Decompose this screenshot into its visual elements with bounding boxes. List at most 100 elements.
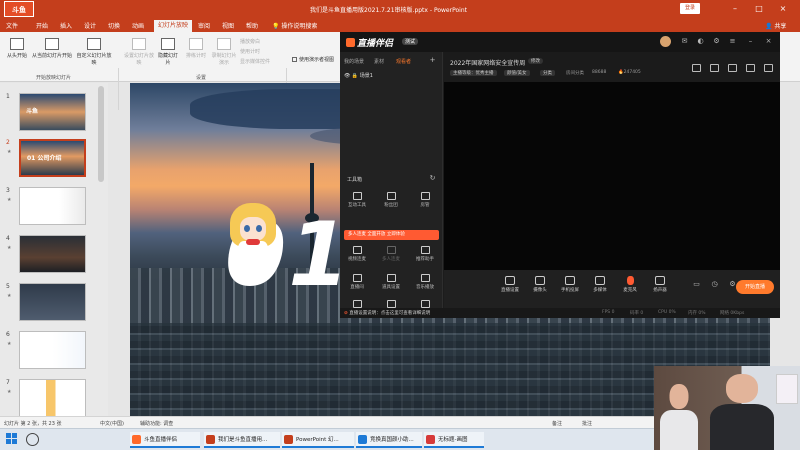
start-tile [6, 439, 11, 444]
button-label: 摄像头 [533, 288, 547, 293]
tab-help[interactable]: 帮助 [246, 21, 258, 30]
use-timings-check[interactable]: 使用计时 [240, 48, 260, 55]
slide-thumbnail-7[interactable] [19, 379, 86, 417]
slide-thumbnail-3[interactable] [19, 187, 86, 225]
record-button[interactable]: 录制幻灯片演示 [210, 38, 238, 66]
screen-icon[interactable] [728, 64, 737, 72]
presenter-view-check[interactable]: 使用演示者视图 [292, 56, 334, 63]
maximize-icon[interactable]: □ [752, 3, 766, 15]
tab-home[interactable]: 开始 [36, 21, 48, 30]
add-icon[interactable]: + [428, 56, 437, 65]
setup-show-button[interactable]: 设置幻灯片放映 [124, 38, 154, 66]
stream-preview[interactable] [444, 82, 780, 270]
taskbar-item-paint[interactable]: 无标题-画图 [424, 432, 484, 448]
avatar[interactable] [660, 36, 671, 47]
tab-design[interactable]: 设计 [84, 21, 96, 30]
tab-viewers[interactable]: 观看者 [396, 58, 411, 65]
tool-fans[interactable]: 粉丝团 [376, 192, 406, 208]
tell-me-search[interactable]: 💡 操作说明搜索 [272, 21, 317, 30]
menu-icon[interactable]: ≡ [728, 37, 737, 46]
category-select[interactable]: 颜值/美女 [504, 70, 530, 76]
tab-slideshow[interactable]: 幻灯片放映 [154, 20, 193, 32]
tool-recommend[interactable]: 推荐助手 [410, 246, 440, 262]
camera-button[interactable]: 摄像头 [528, 276, 552, 293]
slide-thumbnail-5[interactable] [19, 283, 86, 321]
group-setup-label: 设置 [196, 75, 207, 81]
play-narration-check[interactable]: 播放旁白 [240, 38, 260, 45]
tab-my-scenes[interactable]: 我的场景 [344, 58, 364, 65]
tool-interactive[interactable]: 互动工具 [342, 192, 372, 208]
tab-materials[interactable]: 素材 [374, 58, 384, 65]
media-button[interactable]: 多媒体 [588, 276, 612, 293]
taskbar-label: 我们是斗鱼直播用... [218, 437, 268, 443]
taskbar-item-helper[interactable]: 竞换真国颜小助... [356, 432, 422, 448]
tab-insert[interactable]: 插入 [60, 21, 72, 30]
stream-logo-text: 直播伴侣 [357, 39, 394, 49]
minimize-icon[interactable]: – [728, 3, 742, 15]
hide-slide-button[interactable]: 隐藏幻灯片 [156, 38, 180, 66]
tab-file[interactable]: 文件 [6, 21, 18, 30]
memory-stat: 内存 0% [688, 311, 706, 316]
sign-in-button[interactable]: 登录 [680, 3, 700, 14]
close-icon[interactable]: × [764, 37, 773, 46]
tab-view[interactable]: 视图 [222, 21, 234, 30]
slide-thumbnail-1[interactable]: 斗鱼 [19, 93, 86, 131]
multi-guest-banner[interactable]: 多人连麦 全面开放 立即体验 [344, 230, 439, 240]
thumbnail-scrollbar[interactable] [98, 86, 104, 182]
slide-thumbnail-4[interactable] [19, 235, 86, 273]
record-video-icon[interactable]: ▭ [692, 280, 701, 289]
chat-icon[interactable] [746, 64, 755, 72]
tool-music[interactable]: 音乐播放 [410, 274, 440, 290]
share-icon[interactable] [764, 64, 773, 72]
edit-title-button[interactable]: 修改 [528, 58, 543, 64]
mail-icon[interactable]: ✉ [680, 37, 689, 46]
tool-multi-link[interactable]: 多人连麦 [376, 246, 406, 262]
taskbar-item-douyu[interactable]: 斗鱼直播伴侣 [130, 432, 200, 448]
share-button[interactable]: 👤 共享 [765, 21, 786, 30]
category-tag[interactable]: 分类 [540, 70, 555, 76]
slide-thumbnail-2[interactable]: 01 公司介绍 [19, 139, 86, 177]
taskbar-item-ppt-show[interactable]: PowerPoint 幻... [282, 432, 354, 448]
start-live-button[interactable]: 开始直播 [736, 280, 774, 294]
live-settings-button[interactable]: 直播设置 [498, 276, 522, 293]
phone-cast-button[interactable]: 手机投屏 [558, 276, 582, 293]
rehearse-button[interactable]: 排练计时 [184, 38, 208, 59]
lock-icon[interactable] [710, 64, 719, 72]
scene-item[interactable]: 👁 🔒 场景1 [344, 72, 373, 79]
close-icon[interactable]: × [776, 3, 790, 15]
animation-star-icon: ★ [7, 149, 12, 155]
microphone-button[interactable]: 麦克风 [618, 276, 642, 293]
settings-icon[interactable]: ⚙ [712, 37, 721, 46]
from-current-button[interactable]: 从当前幻灯片开始 [32, 38, 72, 59]
minimize-icon[interactable]: – [746, 37, 755, 46]
tool-room[interactable]: 直播间 [342, 274, 372, 290]
notes-button[interactable]: 备注 [552, 420, 562, 427]
media-controls-check[interactable]: 显示媒体控件 [240, 58, 270, 65]
from-beginning-button[interactable]: 从头开始 [4, 38, 30, 59]
lock-icon[interactable] [692, 64, 701, 72]
tab-review[interactable]: 审阅 [198, 21, 210, 30]
upload-icon [420, 300, 430, 308]
tool-admin[interactable]: 房管 [410, 192, 440, 208]
refresh-icon[interactable]: ↻ [428, 174, 437, 183]
tab-animations[interactable]: 动画 [132, 21, 144, 30]
language-indicator[interactable]: 中文(中国) [100, 420, 124, 427]
comments-button[interactable]: 批注 [582, 420, 592, 427]
tool-video-link[interactable]: 视频连麦 [342, 246, 372, 262]
room-category: 房间分类 [566, 71, 584, 76]
button-label: 手机投屏 [561, 288, 579, 293]
tool-props[interactable]: 道具设置 [376, 274, 406, 290]
slide-thumbnail-6[interactable] [19, 331, 86, 369]
room-id: 88688 [592, 70, 607, 75]
taskbar-item-ppt-file[interactable]: 我们是斗鱼直播用... [204, 432, 280, 448]
props-icon [386, 274, 396, 282]
settings-warning[interactable]: ⊘ 直播设置说明：点击这里可查看详细说明 [344, 310, 430, 316]
accessibility-status[interactable]: 辅助功能: 调查 [140, 420, 173, 427]
custom-show-button[interactable]: 自定义幻灯片放映 [76, 38, 112, 66]
speaker-button[interactable]: 扬声器 [648, 276, 672, 293]
windows-start-icon[interactable] [6, 433, 18, 445]
tab-transitions[interactable]: 切换 [108, 21, 120, 30]
skin-icon[interactable]: ◐ [696, 37, 705, 46]
clock-icon[interactable]: ◷ [710, 280, 719, 289]
search-icon[interactable] [26, 433, 39, 446]
